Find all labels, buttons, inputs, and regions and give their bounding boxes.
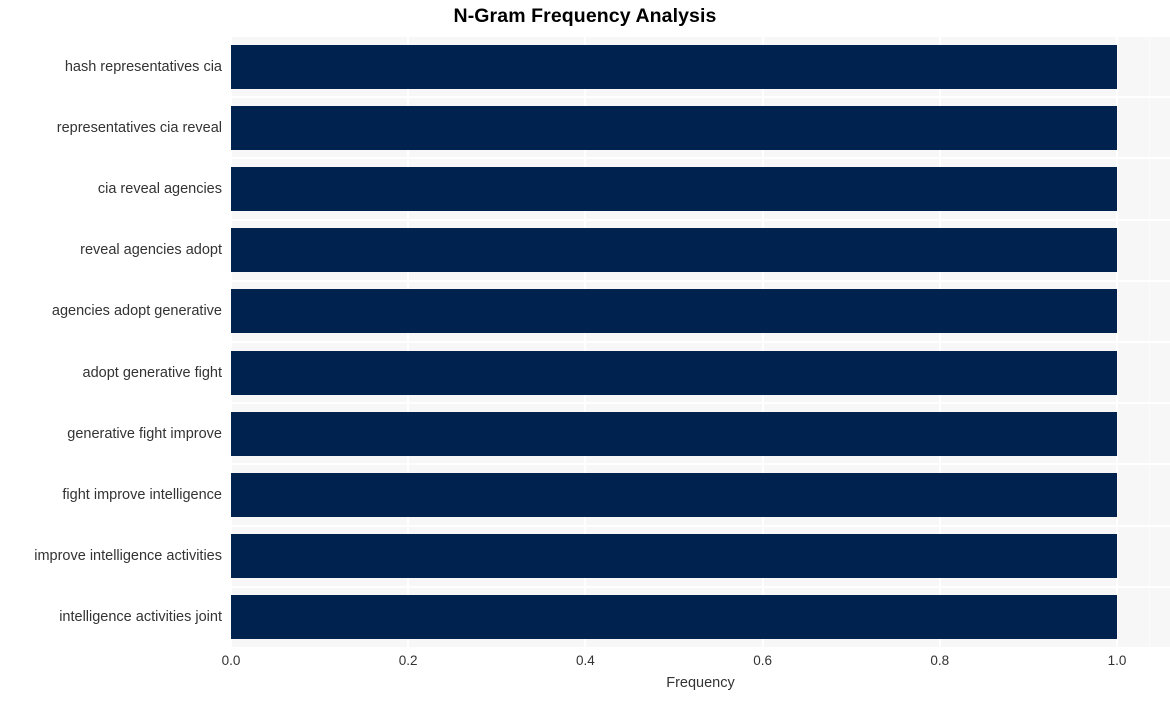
y-axis-tick-labels: hash representatives cia representatives … — [0, 36, 222, 648]
bar — [231, 228, 1117, 273]
y-axis-tick-label: intelligence activities joint — [59, 609, 222, 626]
y-axis-tick-label: generative fight improve — [67, 425, 222, 442]
y-axis-tick-label: adopt generative fight — [82, 364, 222, 381]
bar — [231, 105, 1117, 150]
x-axis-tick-labels: 0.0 0.2 0.4 0.6 0.8 1.0 — [222, 653, 1170, 673]
x-axis-tick-label: 0.2 — [398, 653, 418, 668]
y-axis-tick-label: reveal agencies adopt — [80, 242, 222, 259]
x-axis-tick-label: 0.0 — [221, 653, 241, 668]
bar-series — [231, 36, 1170, 648]
bar — [231, 350, 1117, 395]
x-axis-tick-label: 0.4 — [576, 653, 595, 668]
bar — [231, 289, 1117, 334]
x-axis-tick-label: 0.6 — [753, 653, 772, 668]
bar — [231, 473, 1117, 517]
plot-area — [230, 35, 1170, 649]
y-axis-tick-label: agencies adopt generative — [51, 303, 222, 320]
x-axis-title: Frequency — [666, 675, 735, 691]
bar — [231, 411, 1117, 456]
chart-title: N-Gram Frequency Analysis — [453, 5, 717, 27]
x-axis-tick-label: 1.0 — [1107, 653, 1127, 668]
y-axis-tick-label: hash representatives cia — [64, 58, 222, 75]
y-axis-tick-label: improve intelligence activities — [34, 548, 222, 565]
bar — [231, 44, 1117, 89]
chart-figure: N-Gram Frequency Analysis hash represent… — [0, 0, 1170, 701]
y-axis-tick-label: representatives cia reveal — [56, 119, 222, 136]
y-axis-tick-label: fight improve intelligence — [62, 487, 222, 503]
bar — [231, 595, 1117, 640]
x-axis-tick-label: 0.8 — [930, 653, 950, 668]
bar — [231, 167, 1117, 211]
y-axis-tick-label: cia reveal agencies — [97, 181, 222, 197]
bar — [231, 534, 1117, 579]
